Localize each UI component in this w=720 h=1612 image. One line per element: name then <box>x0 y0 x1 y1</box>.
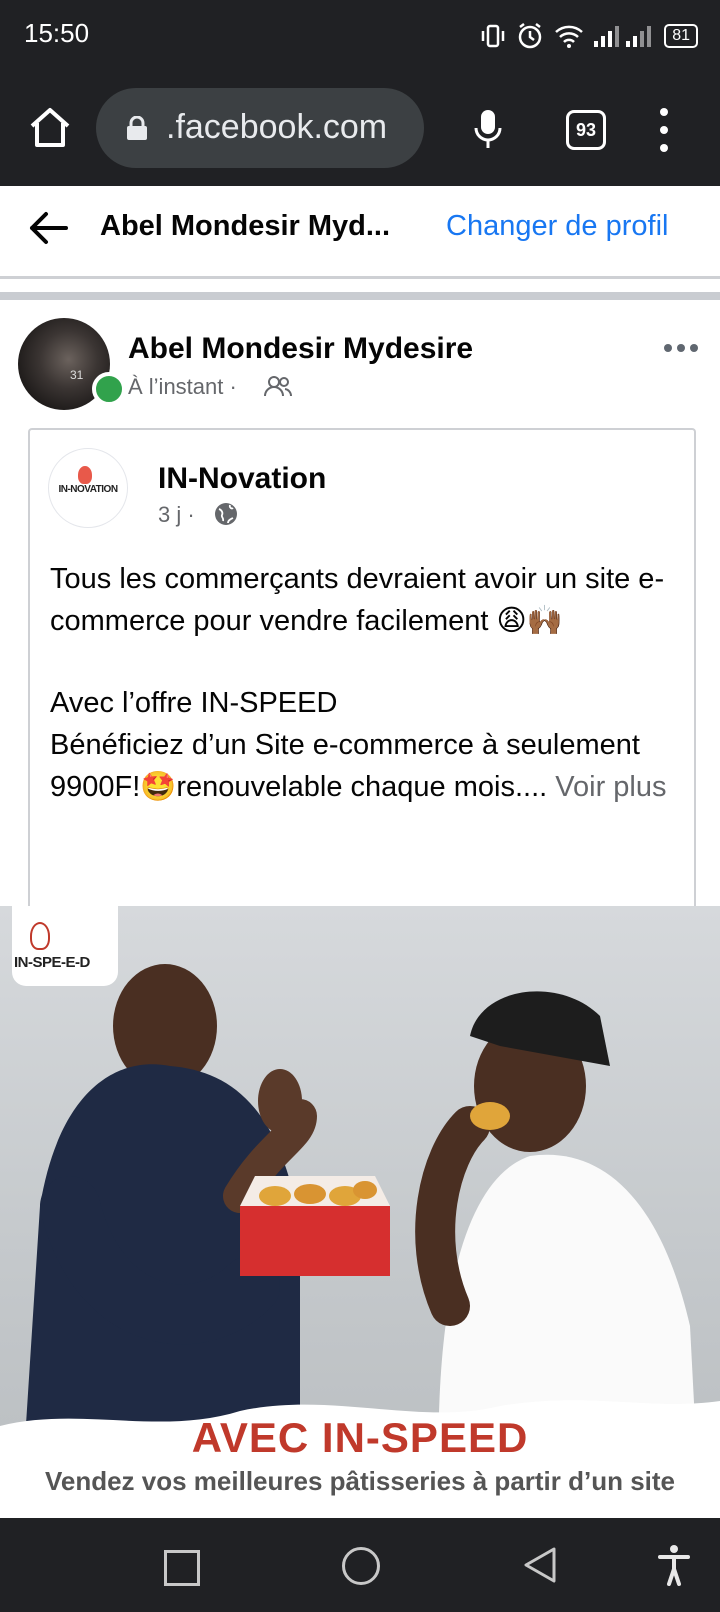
post-text-line-2: Avec l’offre IN-SPEED <box>50 687 338 719</box>
change-profile-link[interactable]: Changer de profil <box>446 210 668 243</box>
shared-timestamp[interactable]: 3 j · <box>158 502 195 528</box>
post-timestamp[interactable]: À l’instant · <box>128 374 237 400</box>
shared-page-name[interactable]: IN-Novation <box>158 462 326 496</box>
lock-icon[interactable] <box>126 116 148 140</box>
inspeed-logo-badge <box>12 906 118 986</box>
image-banner-title: AVEC IN-SPEED <box>191 1414 529 1461</box>
signal-icon <box>594 26 652 47</box>
lightbulb-icon <box>30 922 50 950</box>
inspeed-logo-text: IN-SPE-E-D <box>14 954 90 971</box>
shared-time-text: 3 j <box>158 502 182 527</box>
friends-icon <box>264 376 292 397</box>
more-vertical-icon[interactable] <box>654 108 674 152</box>
post-options-icon[interactable] <box>664 336 704 360</box>
wifi-icon <box>555 25 584 48</box>
alarm-icon <box>518 23 542 49</box>
accessibility-icon[interactable] <box>658 1544 690 1586</box>
image-banner-subtitle: Vendez vos meilleures pâtisseries à part… <box>44 1466 676 1496</box>
post-text-line-3: Bénéficiez d’un Site e-commerce à seulem… <box>50 724 680 808</box>
home-nav-icon[interactable] <box>342 1547 380 1585</box>
tabs-button[interactable]: 93 <box>566 110 606 150</box>
back-nav-icon[interactable] <box>522 1546 558 1584</box>
section-divider <box>0 292 720 300</box>
globe-icon <box>215 503 237 525</box>
post-time-text: À l’instant <box>128 374 224 399</box>
post-text-line-1: Tous les commerçants devraient avoir un … <box>50 563 665 637</box>
online-status-dot <box>92 372 126 406</box>
avatar-badge: 31 <box>70 368 84 382</box>
back-arrow-icon[interactable] <box>28 210 68 246</box>
home-icon[interactable] <box>26 104 74 152</box>
post-text-line-3-body: Bénéficiez d’un Site e-commerce à seulem… <box>50 729 640 803</box>
mic-icon[interactable] <box>472 106 504 154</box>
status-icons: 81 <box>480 18 698 54</box>
status-time: 15:50 <box>24 18 90 48</box>
vibrate-icon <box>481 24 505 48</box>
header-profile-name: Abel Mondesir Myd... <box>100 210 391 242</box>
url-text[interactable]: .facebook.com <box>166 108 387 147</box>
post-author-name[interactable]: Abel Mondesir Mydesire <box>128 332 473 366</box>
battery-indicator: 81 <box>664 24 698 48</box>
lightbulb-icon <box>78 466 92 484</box>
page-logo-text: IN-NOVATION <box>58 484 118 495</box>
recents-icon[interactable] <box>164 1550 200 1586</box>
see-more-link[interactable]: Voir plus <box>555 771 666 803</box>
post-body: Tous les commerçants devraient avoir un … <box>50 558 680 808</box>
